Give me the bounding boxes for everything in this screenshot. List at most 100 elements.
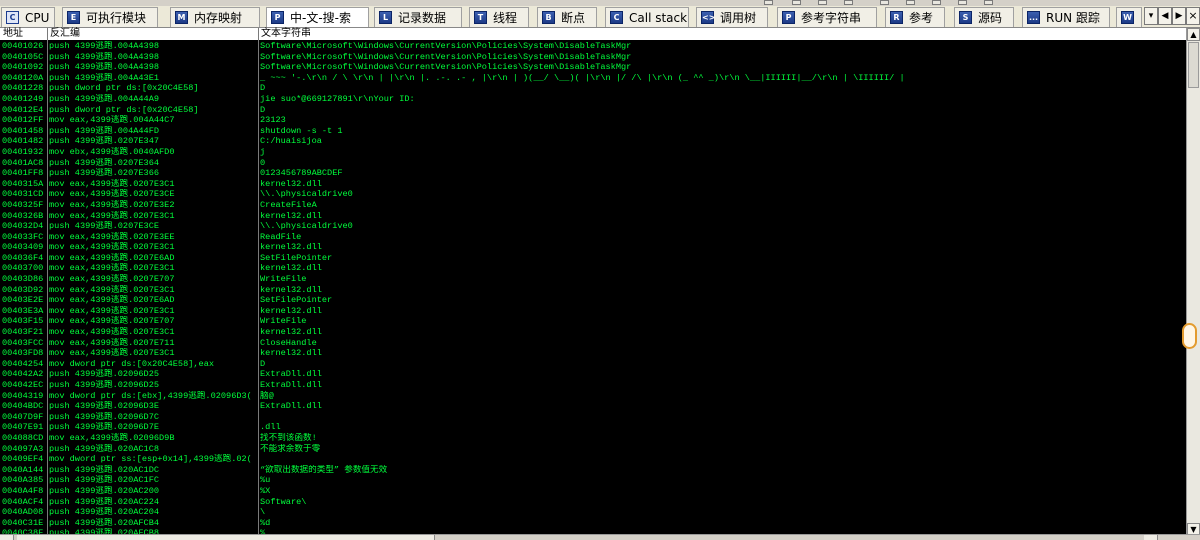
chevron-down-icon[interactable]: ▾ [1144, 7, 1158, 25]
address-cell: 0040325F [2, 199, 44, 210]
horizontal-scrollbar[interactable] [0, 534, 1200, 540]
toolbar-button[interactable] [906, 0, 915, 5]
table-row[interactable]: 004088CD mov eax,4399逃跑.02096D9B 找不到该函数! [0, 433, 1186, 444]
tab-scroll-left-button[interactable]: ◀ [1158, 7, 1172, 25]
mouse-icon[interactable] [1182, 323, 1197, 349]
table-row[interactable]: 00401FF8 push 4399逃跑.0207E366 0123456789AB… [0, 168, 1186, 179]
table-row[interactable]: 00401482 push 4399逃跑.0207E347 C:/huaisijoa [0, 136, 1186, 147]
table-row[interactable]: 0040A144 push 4399逃跑.020AC1DC “欲取出数据的类型” 参… [0, 465, 1186, 476]
address-cell: 00403F15 [2, 316, 44, 327]
tab-call-tree[interactable]: <> 调用树 [696, 7, 768, 27]
table-row[interactable]: 004032D4 push 4399逃跑.0207E3CE \\.\physical… [0, 221, 1186, 232]
table-row[interactable]: 00403FCC mov eax,4399逃跑.0207E711 CloseHand… [0, 338, 1186, 349]
toolbar-button[interactable] [818, 0, 827, 5]
address-cell: 00403E2E [2, 295, 44, 306]
table-row[interactable]: 004036F4 mov eax,4399逃跑.0207E6AD SetFilePo… [0, 253, 1186, 264]
toolbar-button[interactable] [958, 0, 967, 5]
table-row[interactable]: 00404254 mov dword ptr ds:[0x20C4E58],eax… [0, 359, 1186, 370]
tab-run-trace[interactable]: ... RUN 跟踪 [1022, 7, 1110, 27]
table-row[interactable]: 00407D9F push 4399逃跑.02096D7C [0, 412, 1186, 423]
address-cell: 0040120A [2, 72, 44, 83]
tab-reference-strings[interactable]: P 参考字符串 [777, 7, 877, 27]
table-row[interactable]: 00401249 push 4399逃跑.004A44A9 jie suo*@669… [0, 94, 1186, 105]
column-header-address[interactable]: 地址 [3, 28, 23, 40]
table-row[interactable]: 00403F15 mov eax,4399逃跑.0207E707 WriteFile [0, 316, 1186, 327]
tab-modules[interactable]: E 可执行模块 [62, 7, 158, 27]
table-row[interactable]: 0040325F mov eax,4399逃跑.0207E3E2 CreateFil… [0, 200, 1186, 211]
table-row[interactable]: 004042EC push 4399逃跑.02096D25 ExtraDll.dll [0, 380, 1186, 391]
column-divider[interactable] [47, 28, 48, 535]
toolbar-button[interactable] [792, 0, 801, 5]
table-row[interactable]: 0040315A mov eax,4399逃跑.0207E3C1 kernel32.… [0, 179, 1186, 190]
table-row[interactable]: 00404BDC push 4399逃跑.02096D3E ExtraDll.dll [0, 401, 1186, 412]
disassembly-cell: mov eax,4399逃跑.0207E6AD [49, 295, 175, 306]
table-row[interactable]: 00404319 mov dword ptr ds:[ebx],4399逃跑.02… [0, 391, 1186, 402]
table-row[interactable]: 00401932 mov ebx,4399逃跑.0040AFD0 j [0, 147, 1186, 158]
scroll-left-button[interactable] [0, 535, 14, 540]
address-cell: 0040ACF4 [2, 496, 44, 507]
table-row[interactable]: 00401026 push 4399逃跑.004A4398 Software\Mic… [0, 41, 1186, 52]
table-row[interactable]: 00401AC8 push 4399逃跑.0207E364 0 [0, 158, 1186, 169]
scroll-up-button[interactable]: ▲ [1187, 28, 1200, 41]
tab-memory-map[interactable]: M 内存映射 [170, 7, 260, 27]
tab-scroll-right-button[interactable]: ▶ [1172, 7, 1186, 25]
column-divider[interactable] [258, 28, 259, 535]
string-list[interactable]: 00401026 push 4399逃跑.004A4398 Software\Mic… [0, 41, 1186, 534]
table-row[interactable]: 0040105C push 4399逃跑.004A4398 Software\Mic… [0, 52, 1186, 63]
table-row[interactable]: 0040120A push 4399逃跑.004A43E1 _ ~~~ '-.\r… [0, 73, 1186, 84]
table-row[interactable]: 0040326B mov eax,4399逃跑.0207E3C1 kernel32.… [0, 211, 1186, 222]
table-row[interactable]: 00401092 push 4399逃跑.004A4398 Software\Mic… [0, 62, 1186, 73]
tab-references[interactable]: R 参考 [885, 7, 945, 27]
tab-windows[interactable]: W [1116, 7, 1142, 27]
address-cell: 00403F21 [2, 327, 44, 338]
table-row[interactable]: 00403700 mov eax,4399逃跑.0207E3C1 kernel32.… [0, 263, 1186, 274]
table-row[interactable]: 0040C31E push 4399逃跑.020AFCB4 %d [0, 518, 1186, 529]
tab-breakpoints[interactable]: B 断点 [537, 7, 597, 27]
table-row[interactable]: 004097A3 push 4399逃跑.020AC1C8 不能求余数于零 [0, 444, 1186, 455]
tab-threads[interactable]: T 线程 [469, 7, 529, 27]
tab-chinese-search[interactable]: P 中-文-搜-索 [266, 7, 369, 27]
table-row[interactable]: 00401458 push 4399逃跑.004A44FD shutdown -s … [0, 126, 1186, 137]
toolbar-button[interactable] [932, 0, 941, 5]
column-header-text-string[interactable]: 文本字符串 [261, 28, 311, 40]
tab-cpu[interactable]: C CPU [1, 7, 55, 27]
table-row[interactable]: 004012E4 push dword ptr ds:[0x20C4E58] D [0, 105, 1186, 116]
scrollbar-thumb[interactable] [1188, 42, 1199, 88]
tab-call-stack[interactable]: C Call stack [605, 7, 689, 27]
close-icon[interactable]: × [1186, 7, 1200, 25]
table-row[interactable]: 0040AD08 push 4399逃跑.020AC204 \ [0, 507, 1186, 518]
scrollbar-thumb[interactable] [17, 535, 435, 540]
table-row[interactable]: 00403FD8 mov eax,4399逃跑.0207E3C1 kernel32.… [0, 348, 1186, 359]
column-header-disassembly[interactable]: 反汇编 [50, 28, 80, 40]
table-row[interactable]: 00401228 push dword ptr ds:[0x20C4E58] D [0, 83, 1186, 94]
tab-label: 内存映射 [194, 11, 243, 25]
text-string-cell: Software\Microsoft\Windows\CurrentVersio… [260, 51, 632, 62]
vertical-scrollbar[interactable]: ▲ ▼ [1186, 28, 1200, 536]
disassembly-cell: push 4399逃跑.02096D25 [49, 380, 160, 390]
table-row[interactable]: 00403D86 mov eax,4399逃跑.0207E707 WriteFile [0, 274, 1186, 285]
disassembly-cell: push 4399逃跑.0207E366 [49, 168, 160, 179]
table-row[interactable]: 00409EF4 mov dword ptr ss:[esp+0x14],4399… [0, 454, 1186, 465]
table-row[interactable]: 00403E3A mov eax,4399逃跑.0207E3C1 kernel32.… [0, 306, 1186, 317]
toolbar-button[interactable] [764, 0, 773, 5]
table-row[interactable]: 0040A4F8 push 4399逃跑.020AC200 %X [0, 486, 1186, 497]
table-row[interactable]: 00403D92 mov eax,4399逃跑.0207E3C1 kernel32.… [0, 285, 1186, 296]
scroll-right-button[interactable] [1144, 535, 1158, 540]
table-row[interactable]: 004033FC mov eax,4399逃跑.0207E3EE ReadFile [0, 232, 1186, 243]
table-row[interactable]: 00407E91 push 4399逃跑.02096D7E .dll [0, 422, 1186, 433]
tab-label: CPU [25, 10, 50, 25]
tab-source[interactable]: S 源码 [954, 7, 1014, 27]
table-row[interactable]: 00403409 mov eax,4399逃跑.0207E3C1 kernel32.… [0, 242, 1186, 253]
toolbar-button[interactable] [984, 0, 993, 5]
table-row[interactable]: 004012FF mov eax,4399逃跑.004A44C7 23123 [0, 115, 1186, 126]
table-row[interactable]: 00403F21 mov eax,4399逃跑.0207E3C1 kernel32.… [0, 327, 1186, 338]
toolbar-button[interactable] [880, 0, 889, 5]
table-row[interactable]: 00403E2E mov eax,4399逃跑.0207E6AD SetFilePo… [0, 295, 1186, 306]
table-row[interactable]: 004042A2 push 4399逃跑.02096D25 ExtraDll.dll [0, 369, 1186, 380]
table-row[interactable]: 0040A385 push 4399逃跑.020AC1FC %u [0, 475, 1186, 486]
table-row[interactable]: 0040ACF4 push 4399逃跑.020AC224 Software\ [0, 497, 1186, 508]
toolbar-button[interactable] [844, 0, 853, 5]
disassembly-cell: mov ebx,4399逃跑.0040AFD0 [49, 146, 175, 157]
tab-log-data[interactable]: L 记录数据 [374, 7, 462, 27]
table-row[interactable]: 004031CD mov eax,4399逃跑.0207E3CE \\.\physi… [0, 189, 1186, 200]
